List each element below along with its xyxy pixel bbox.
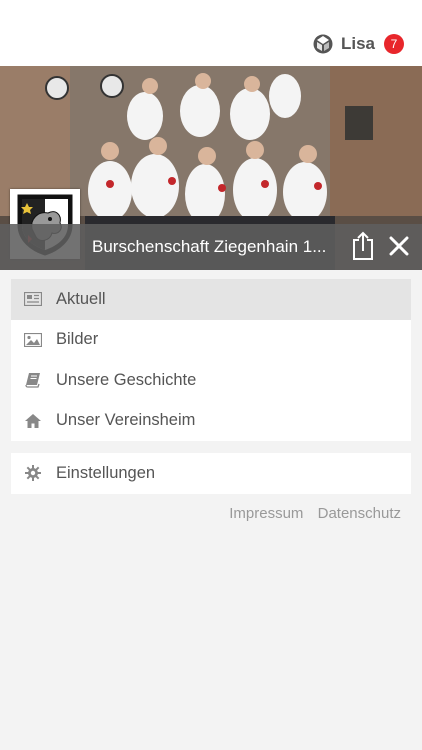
image-icon: [24, 331, 42, 349]
share-icon[interactable]: [350, 231, 376, 261]
menu-item-label: Einstellungen: [56, 463, 156, 482]
menu-item-aktuell[interactable]: Aktuell: [11, 279, 411, 320]
gear-icon: [24, 464, 42, 482]
content-background: [11, 534, 411, 750]
group-title: Burschenschaft Ziegenhain 1...: [92, 237, 327, 256]
user-name[interactable]: Lisa: [341, 34, 375, 54]
impressum-link[interactable]: Impressum: [229, 505, 303, 522]
navigation-menu: Aktuell Bilder Unsere Geschichte Unser V…: [11, 279, 411, 441]
settings-menu: Einstellungen: [11, 453, 411, 494]
group-title-bar: Burschenschaft Ziegenhain 1...: [0, 224, 422, 270]
datenschutz-link[interactable]: Datenschutz: [318, 505, 401, 522]
top-bar: Lisa 7: [0, 0, 422, 66]
menu-item-label: Unser Vereinsheim: [56, 411, 196, 430]
menu-item-label: Unsere Geschichte: [56, 370, 197, 389]
close-icon[interactable]: [387, 234, 411, 258]
menu-item-einstellungen[interactable]: Einstellungen: [11, 453, 411, 494]
book-icon: [24, 371, 42, 389]
menu-item-label: Aktuell: [56, 289, 106, 308]
footer-links: Impressum Datenschutz: [219, 505, 401, 522]
newspaper-icon: [24, 290, 42, 308]
notification-badge[interactable]: 7: [384, 34, 404, 54]
menu-item-bilder[interactable]: Bilder: [11, 320, 411, 361]
menu-item-unsere-geschichte[interactable]: Unsere Geschichte: [11, 360, 411, 401]
home-icon: [24, 412, 42, 430]
user-menu[interactable]: Lisa 7: [313, 32, 404, 56]
cube-logo-icon: [313, 34, 333, 54]
menu-item-unser-vereinsheim[interactable]: Unser Vereinsheim: [11, 401, 411, 442]
menu-item-label: Bilder: [56, 330, 99, 349]
